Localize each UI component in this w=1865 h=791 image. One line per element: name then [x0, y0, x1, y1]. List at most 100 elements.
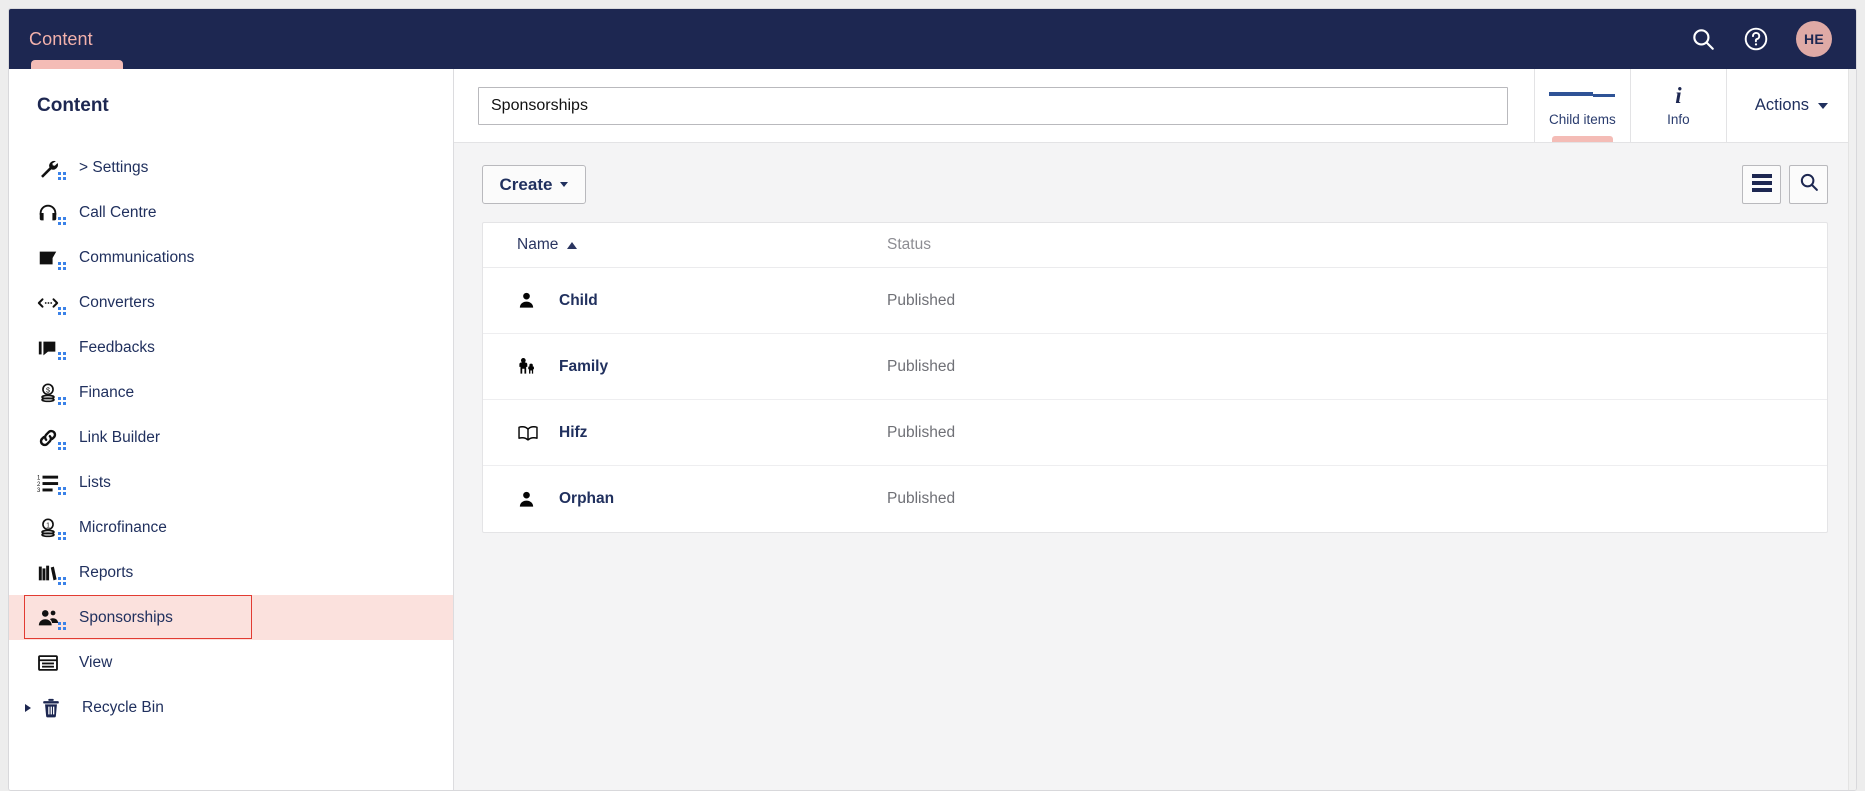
list-view-button[interactable] — [1742, 165, 1781, 204]
table-header-row: Name Status — [483, 223, 1827, 268]
envelope-icon — [37, 246, 66, 270]
bars-icon — [1549, 85, 1616, 107]
sidebar-item-label: Recycle Bin — [82, 698, 164, 716]
sidebar-item-call-centre[interactable]: Call Centre — [9, 190, 453, 235]
person-icon — [517, 490, 559, 509]
trash-icon — [40, 696, 66, 720]
books-icon — [37, 561, 66, 585]
row-name-label: Family — [559, 357, 609, 375]
sidebar-item-link-builder[interactable]: Link Builder — [9, 415, 453, 460]
sidebar-item-sponsorships[interactable]: Sponsorships — [9, 595, 453, 640]
main-content: Child items i Info Actions Create — [454, 69, 1856, 790]
sidebar-item-view[interactable]: View — [9, 640, 453, 685]
help-circle-icon[interactable] — [1743, 26, 1769, 52]
sidebar-item-lists[interactable]: 1 2 3 Lists — [9, 460, 453, 505]
sidebar-title: Content — [37, 95, 109, 116]
wrench-icon — [37, 156, 66, 180]
sidebar-nav-list: > Settings Call Centre Communications Co… — [9, 145, 453, 730]
sidebar: Content > Settings Call Centre Communica… — [9, 69, 454, 790]
open-book-icon — [517, 423, 559, 443]
sort-ascending-icon — [567, 241, 578, 249]
module-badge-dots — [58, 486, 67, 496]
sidebar-item-label: Link Builder — [79, 428, 160, 446]
sidebar-item-label: Lists — [79, 473, 111, 491]
row-status-label: Published — [887, 423, 956, 441]
topbar-actions: HE — [1690, 21, 1856, 57]
module-badge-dots — [58, 306, 67, 316]
table-row[interactable]: Child Published — [483, 268, 1827, 334]
sidebar-item-label: Feedbacks — [79, 338, 155, 356]
svg-text:3: 3 — [37, 488, 41, 494]
tab-label: Info — [1667, 111, 1690, 127]
list-toolbar: Create — [454, 143, 1856, 204]
avatar[interactable]: HE — [1796, 21, 1832, 57]
module-badge-dots — [58, 351, 67, 361]
active-tab-indicator — [31, 60, 123, 69]
sidebar-item-reports[interactable]: Reports — [9, 550, 453, 595]
row-name-label: Child — [559, 291, 598, 309]
coins-dollar-icon: $ — [37, 381, 66, 405]
module-badge-dots — [58, 531, 67, 541]
row-name-label: Orphan — [559, 490, 615, 507]
sidebar-item-label: Sponsorships — [79, 608, 173, 626]
module-badge-dots — [58, 261, 67, 271]
table-row[interactable]: Orphan Published — [483, 466, 1827, 532]
row-status-label: Published — [887, 291, 956, 309]
sidebar-item-settings[interactable]: > Settings — [9, 145, 453, 190]
link-chain-icon — [37, 426, 66, 450]
sidebar-item-microfinance[interactable]: 1 Microfinance — [9, 505, 453, 550]
sidebar-item-converters[interactable]: Converters — [9, 280, 453, 325]
feedback-icon — [37, 336, 66, 360]
content-header: Child items i Info Actions — [454, 69, 1856, 143]
chevron-right-icon[interactable] — [25, 703, 31, 712]
sidebar-item-label: View — [79, 653, 113, 671]
info-italic-icon: i — [1675, 82, 1682, 108]
bars-icon — [1751, 174, 1772, 195]
sidebar-item-label: Communications — [79, 248, 195, 266]
row-name-cell: Child — [517, 291, 887, 310]
search-button[interactable] — [1789, 165, 1828, 204]
sidebar-item-label: Microfinance — [79, 518, 167, 536]
tab-label: Child items — [1549, 111, 1616, 127]
column-header-name[interactable]: Name — [517, 236, 887, 254]
row-name-cell: Family — [517, 357, 887, 376]
actions-dropdown-button[interactable]: Actions — [1725, 69, 1856, 142]
search-icon — [1798, 171, 1820, 198]
search-icon[interactable] — [1690, 26, 1716, 52]
sidebar-item-finance[interactable]: $ Finance — [9, 370, 453, 415]
coins-one-icon: 1 — [37, 516, 66, 540]
sidebar-item-label: Finance — [79, 383, 135, 401]
create-button[interactable]: Create — [482, 165, 586, 204]
page-body: Content > Settings Call Centre Communica… — [9, 69, 1856, 790]
code-arrows-icon — [37, 291, 66, 315]
tab-child-items[interactable]: Child items — [1533, 69, 1630, 142]
top-navigation-bar: Content HE — [9, 9, 1856, 69]
column-header-status[interactable]: Status — [887, 236, 931, 254]
tab-info[interactable]: i Info — [1629, 69, 1726, 142]
module-badge-dots — [58, 216, 67, 226]
module-badge-dots — [58, 576, 67, 586]
svg-text:1: 1 — [37, 475, 41, 481]
content-name-input[interactable] — [478, 86, 1508, 125]
chevron-down-icon — [1818, 102, 1828, 109]
module-badge-dots — [58, 171, 67, 181]
child-items-table: Name Status Child Published Family Publi… — [482, 222, 1828, 533]
column-label: Name — [517, 236, 559, 253]
person-icon — [517, 291, 559, 310]
sidebar-item-feedbacks[interactable]: Feedbacks — [9, 325, 453, 370]
row-name-cell: Orphan — [517, 490, 887, 509]
family-icon — [517, 357, 559, 376]
svg-text:1: 1 — [46, 522, 50, 529]
sidebar-item-label: Reports — [79, 563, 134, 581]
table-row[interactable]: Hifz Published — [483, 400, 1827, 466]
numbered-list-icon: 1 2 3 — [37, 471, 66, 495]
sidebar-item-recycle-bin[interactable]: Recycle Bin — [9, 685, 453, 730]
sidebar-item-communications[interactable]: Communications — [9, 235, 453, 280]
vertical-scrollbar[interactable] — [1848, 69, 1856, 790]
sidebar-item-label: Converters — [79, 293, 155, 311]
module-badge-dots — [58, 621, 67, 631]
table-row[interactable]: Family Published — [483, 334, 1827, 400]
toolbar-right-actions — [1742, 165, 1828, 204]
chevron-down-icon — [560, 182, 569, 187]
headset-icon — [37, 201, 66, 225]
